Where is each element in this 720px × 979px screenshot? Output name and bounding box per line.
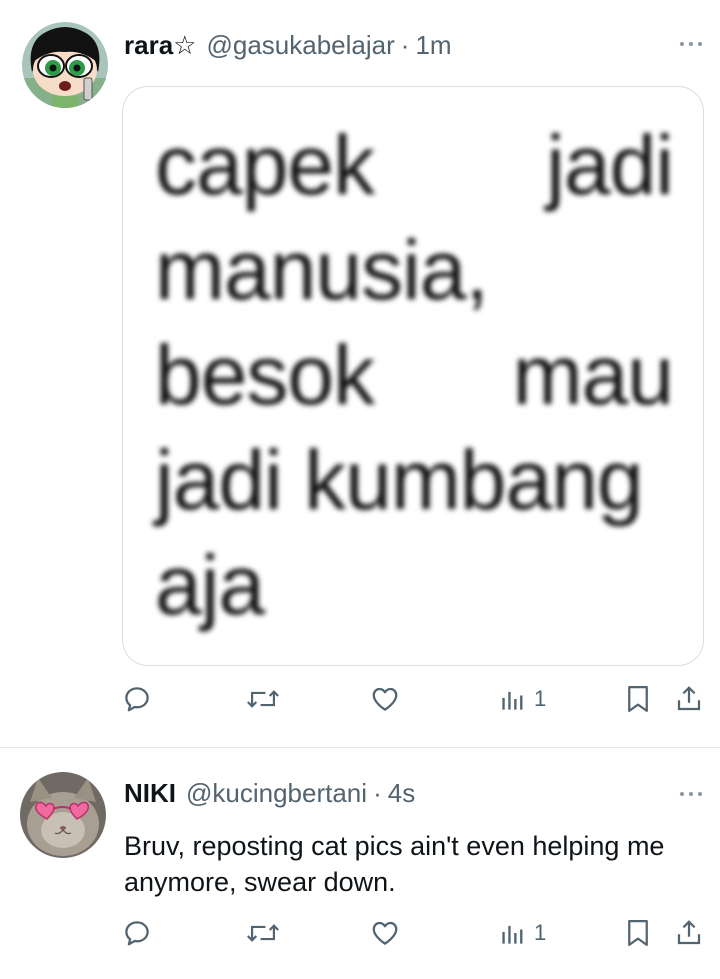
repost-icon xyxy=(247,924,279,942)
cat-with-heart-sunglasses-avatar-icon xyxy=(20,772,106,858)
more-icon[interactable] xyxy=(680,42,702,46)
blurred-image-text: capek jadi manusia, besok mau jadi kumbang… xyxy=(155,118,674,632)
views-count: 1 xyxy=(534,686,547,711)
reply-button[interactable] xyxy=(122,918,152,948)
share-icon xyxy=(677,920,701,945)
avatar[interactable] xyxy=(22,22,108,108)
powerpuff-girl-avatar-icon xyxy=(22,22,108,108)
tweet-actions: 1 xyxy=(0,918,720,958)
display-name[interactable]: NIKI xyxy=(124,778,176,809)
views-icon xyxy=(502,691,523,710)
timestamp[interactable]: 4s xyxy=(388,778,415,809)
views-button[interactable]: 1 xyxy=(500,918,546,948)
tweet-header: rara☆ @gasukabelajar · 1m xyxy=(124,30,452,61)
tweet-text: Bruv, reposting cat pics ain't even help… xyxy=(124,831,665,897)
views-count: 1 xyxy=(534,920,547,945)
share-button[interactable] xyxy=(674,684,704,714)
views-icon xyxy=(502,925,523,944)
avatar[interactable] xyxy=(20,772,106,858)
bookmark-button[interactable] xyxy=(624,684,652,714)
share-button[interactable] xyxy=(674,918,704,948)
more-icon[interactable] xyxy=(680,792,702,796)
bookmark-icon xyxy=(628,920,648,946)
repost-button[interactable] xyxy=(246,684,280,714)
bookmark-icon xyxy=(628,686,648,712)
tweet-media-image[interactable]: capek jadi manusia, besok mau jadi kumbang… xyxy=(122,86,704,666)
reply-icon xyxy=(125,921,149,946)
views-button[interactable]: 1 xyxy=(500,684,546,714)
repost-icon xyxy=(247,690,279,708)
user-handle[interactable]: @kucingbertani xyxy=(186,778,367,809)
user-handle[interactable]: @gasukabelajar xyxy=(206,30,394,61)
tweet[interactable]: NIKI @kucingbertani · 4s Bruv, reposting… xyxy=(0,748,720,979)
share-icon xyxy=(677,686,701,711)
reply-icon xyxy=(125,687,149,712)
bookmark-button[interactable] xyxy=(624,918,652,948)
like-icon xyxy=(372,921,398,945)
tweet-header: NIKI @kucingbertani · 4s xyxy=(124,778,415,809)
reply-button[interactable] xyxy=(122,684,152,714)
tweet[interactable]: rara☆ @gasukabelajar · 1m capek jadi manu… xyxy=(0,0,720,748)
separator-dot: · xyxy=(400,30,410,60)
like-button[interactable] xyxy=(370,918,400,948)
tweet-actions: 1 xyxy=(0,684,720,724)
like-button[interactable] xyxy=(370,684,400,714)
timestamp[interactable]: 1m xyxy=(415,30,451,61)
separator-dot: · xyxy=(373,778,382,808)
repost-button[interactable] xyxy=(246,918,280,948)
like-icon xyxy=(372,687,398,711)
display-name[interactable]: rara☆ xyxy=(124,30,196,61)
